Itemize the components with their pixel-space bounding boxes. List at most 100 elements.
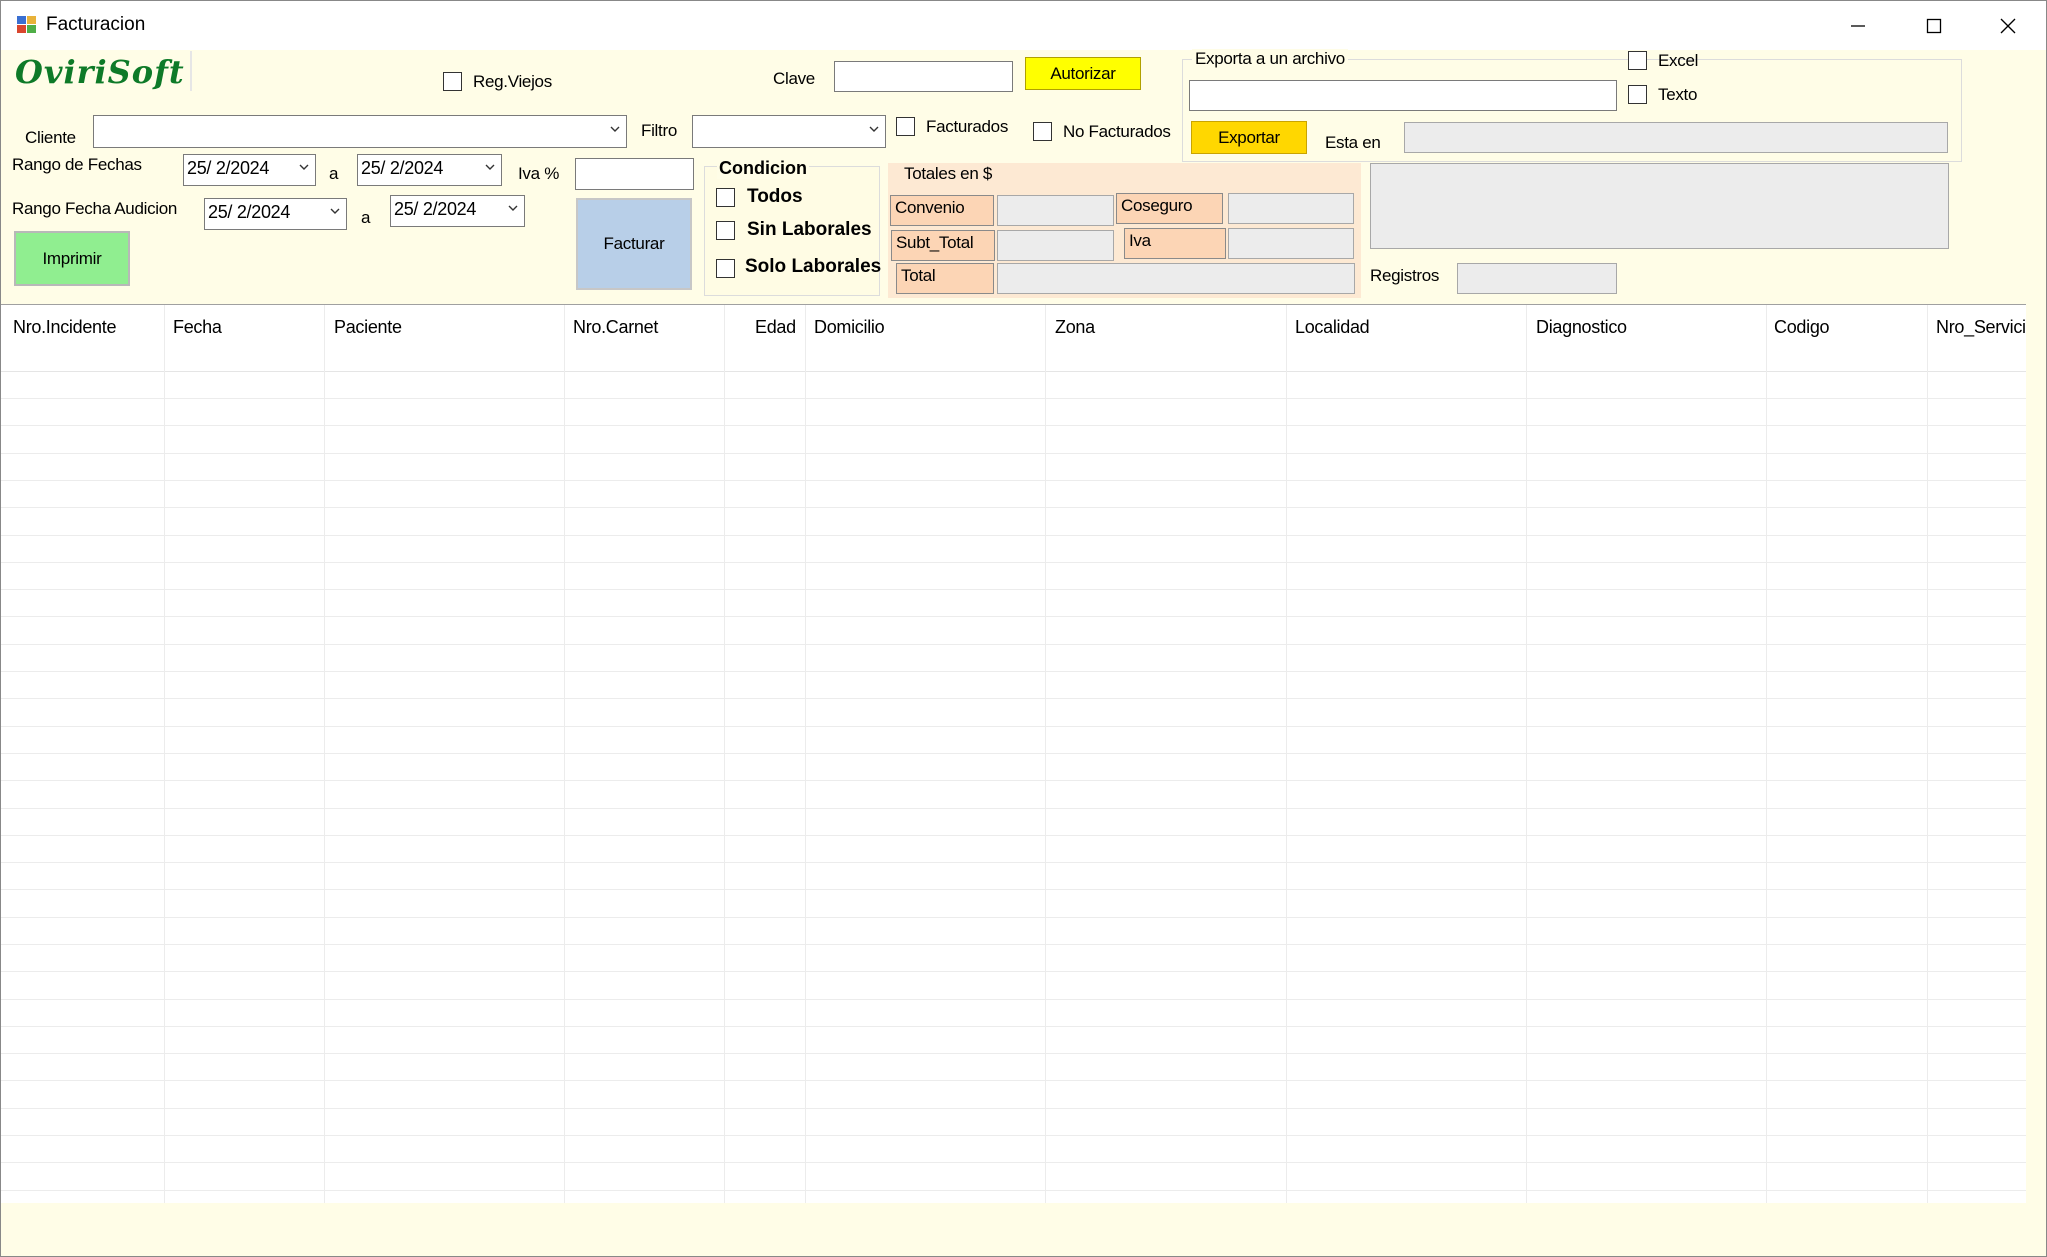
grid-col-divider bbox=[1766, 305, 1767, 1203]
sin-laborales-checkbox[interactable] bbox=[716, 221, 735, 240]
grid-row-line bbox=[1, 889, 2026, 890]
grid-row-line bbox=[1, 507, 2026, 508]
facturacion-window: Facturacion OviriSoft Reg.Viejos Clave A… bbox=[0, 0, 2047, 1257]
logo-divider bbox=[190, 51, 192, 91]
no-facturados-label: No Facturados bbox=[1063, 122, 1171, 141]
grid-col-divider bbox=[564, 305, 565, 1203]
iva-pct-input[interactable] bbox=[575, 158, 694, 190]
col-diagnostico[interactable]: Diagnostico bbox=[1536, 317, 1627, 338]
grid-row-line bbox=[1, 726, 2026, 727]
grid-row-line bbox=[1, 589, 2026, 590]
grid-col-divider bbox=[724, 305, 725, 1203]
grid-row-line bbox=[1, 753, 2026, 754]
total-field bbox=[997, 263, 1355, 294]
grid-row-line bbox=[1, 1026, 2026, 1027]
info-box bbox=[1370, 163, 1949, 249]
grid-row-line bbox=[1, 425, 2026, 426]
grid-row-line bbox=[1, 1135, 2026, 1136]
total-label: Total bbox=[896, 263, 994, 294]
facturar-button[interactable]: Facturar bbox=[576, 198, 692, 290]
col-fecha[interactable]: Fecha bbox=[173, 317, 222, 338]
app-icon bbox=[17, 16, 36, 33]
export-group-label: Exporta a un archivo bbox=[1192, 49, 1348, 69]
cliente-combo[interactable] bbox=[93, 115, 627, 148]
facturados-label: Facturados bbox=[926, 117, 1009, 136]
maximize-icon bbox=[1926, 18, 1942, 33]
grid-row-line bbox=[1, 971, 2026, 972]
solo-laborales-checkbox[interactable] bbox=[716, 259, 735, 278]
todos-checkbox[interactable] bbox=[716, 188, 735, 207]
texto-checkbox[interactable] bbox=[1628, 85, 1647, 104]
iva-field bbox=[1228, 228, 1354, 259]
subtotal-label: Subt_Total bbox=[891, 230, 995, 261]
col-localidad[interactable]: Localidad bbox=[1295, 317, 1370, 338]
col-edad[interactable]: Edad bbox=[755, 317, 796, 338]
col-zona[interactable]: Zona bbox=[1055, 317, 1095, 338]
reg-viejos-checkbox[interactable] bbox=[443, 72, 462, 91]
coseguro-label: Coseguro bbox=[1116, 193, 1223, 224]
registros-label: Registros bbox=[1370, 266, 1440, 285]
autorizar-button[interactable]: Autorizar bbox=[1025, 57, 1141, 90]
grid-row-line bbox=[1, 1108, 2026, 1109]
texto-label: Texto bbox=[1658, 85, 1698, 104]
chevron-down-icon bbox=[485, 164, 495, 170]
grid-row-line bbox=[1, 944, 2026, 945]
fecha-desde-picker[interactable]: 25/ 2/2024 bbox=[183, 154, 316, 186]
filtro-combo[interactable] bbox=[692, 115, 886, 148]
grid-row-line bbox=[1, 616, 2026, 617]
filtro-label: Filtro bbox=[641, 121, 677, 140]
chevron-down-icon bbox=[299, 164, 309, 170]
grid-row-line bbox=[1, 1053, 2026, 1054]
convenio-field bbox=[997, 195, 1114, 226]
grid-row-line bbox=[1, 453, 2026, 454]
minimize-button[interactable] bbox=[1820, 1, 1896, 50]
fecha-hasta-picker[interactable]: 25/ 2/2024 bbox=[357, 154, 502, 186]
export-path-input[interactable] bbox=[1189, 80, 1617, 111]
grid-row-line bbox=[1, 808, 2026, 809]
maximize-button[interactable] bbox=[1896, 1, 1972, 50]
chevron-down-icon bbox=[869, 126, 879, 132]
grid-row-line bbox=[1, 671, 2026, 672]
oviri-logo: OviriSoft bbox=[15, 53, 185, 91]
status-strip bbox=[1, 1203, 2046, 1256]
excel-label: Excel bbox=[1658, 51, 1699, 70]
col-nro-servici[interactable]: Nro_Servici bbox=[1936, 317, 2026, 338]
col-nro-incidente[interactable]: Nro.Incidente bbox=[13, 317, 116, 338]
chevron-down-icon bbox=[610, 126, 620, 132]
subtotal-field bbox=[997, 230, 1114, 261]
rango-audicion-label: Rango Fecha Audicion bbox=[12, 199, 178, 218]
imprimir-button[interactable]: Imprimir bbox=[14, 231, 130, 286]
grid-row-line bbox=[1, 1162, 2026, 1163]
grid-col-divider bbox=[1526, 305, 1527, 1203]
grid-col-divider bbox=[1045, 305, 1046, 1203]
grid-row-line bbox=[1, 1080, 2026, 1081]
data-grid[interactable]: Nro.Incidente Fecha Paciente Nro.Carnet … bbox=[1, 304, 2026, 1204]
convenio-label: Convenio bbox=[890, 195, 994, 226]
audicion-desde-picker[interactable]: 25/ 2/2024 bbox=[204, 198, 347, 230]
col-paciente[interactable]: Paciente bbox=[334, 317, 402, 338]
grid-row-line bbox=[1, 999, 2026, 1000]
excel-checkbox[interactable] bbox=[1628, 51, 1647, 70]
audicion-hasta-picker[interactable]: 25/ 2/2024 bbox=[390, 195, 525, 227]
registros-field bbox=[1457, 263, 1617, 294]
grid-row-line bbox=[1, 862, 2026, 863]
minimize-icon bbox=[1851, 24, 1865, 27]
grid-row-line bbox=[1, 644, 2026, 645]
grid-row-line bbox=[1, 780, 2026, 781]
exportar-button[interactable]: Exportar bbox=[1191, 121, 1307, 154]
col-domicilio[interactable]: Domicilio bbox=[814, 317, 885, 338]
no-facturados-checkbox[interactable] bbox=[1033, 122, 1052, 141]
solo-laborales-label: Solo Laborales bbox=[745, 256, 882, 277]
close-button[interactable] bbox=[1970, 1, 2046, 50]
grid-row-line bbox=[1, 535, 2026, 536]
rango-fechas-label: Rango de Fechas bbox=[12, 155, 142, 174]
grid-row-line bbox=[1, 698, 2026, 699]
col-nro-carnet[interactable]: Nro.Carnet bbox=[573, 317, 658, 338]
facturados-checkbox[interactable] bbox=[896, 117, 915, 136]
col-codigo[interactable]: Codigo bbox=[1774, 317, 1830, 338]
clave-input[interactable] bbox=[834, 61, 1013, 92]
esta-en-field bbox=[1404, 122, 1948, 153]
a-label: a bbox=[329, 164, 339, 183]
grid-col-divider bbox=[164, 305, 165, 1203]
grid-row-line bbox=[1, 562, 2026, 563]
